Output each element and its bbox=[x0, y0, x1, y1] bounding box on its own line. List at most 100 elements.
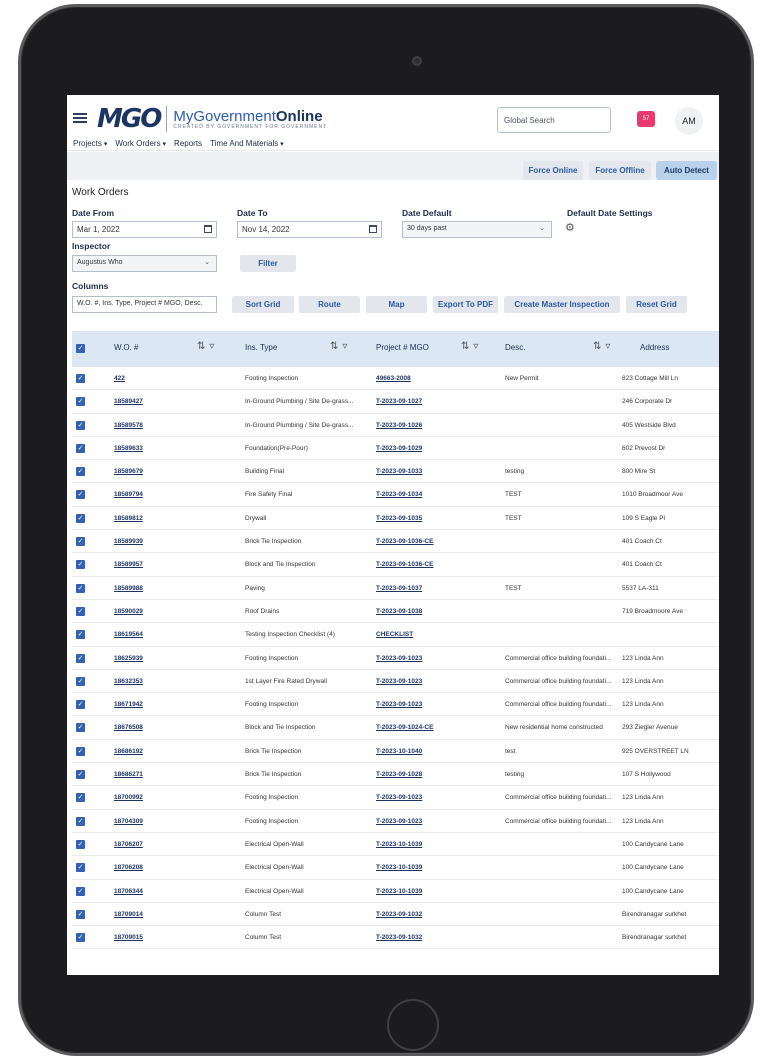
project-link[interactable]: T-2023-09-1036-CE bbox=[376, 561, 501, 568]
row-checkbox[interactable]: ✓ bbox=[76, 490, 85, 500]
table-row[interactable]: ✓ 18589794 Fire Safety Final T-2023-09-1034… bbox=[72, 483, 719, 507]
nav-projects[interactable]: Projects bbox=[73, 139, 107, 148]
table-row[interactable]: ✓ 18709014 Column Test T-2023-09-1032 Birend… bbox=[72, 903, 719, 927]
table-row[interactable]: ✓ 18589957 Block and Tie Inspection T-2023-… bbox=[72, 553, 719, 577]
row-checkbox[interactable]: ✓ bbox=[76, 770, 85, 780]
row-checkbox[interactable]: ✓ bbox=[76, 746, 85, 756]
table-row[interactable]: ✓ 18589578 In-Ground Plumbing / Site De-gr… bbox=[72, 414, 719, 437]
wo-number-link[interactable]: 18589633 bbox=[114, 445, 234, 452]
project-link[interactable]: T-2023-09-1037 bbox=[376, 585, 501, 592]
wo-number-link[interactable]: 18589988 bbox=[114, 585, 234, 592]
row-checkbox[interactable]: ✓ bbox=[76, 839, 85, 849]
table-row[interactable]: ✓ 18676508 Block and Tie Inspection T-2023-… bbox=[72, 716, 719, 740]
wo-number-link[interactable]: 18589427 bbox=[114, 398, 234, 405]
project-link[interactable]: T-2023-09-1034 bbox=[376, 491, 501, 498]
col-address[interactable]: Address bbox=[640, 343, 669, 352]
row-checkbox[interactable]: ✓ bbox=[76, 374, 85, 383]
gear-icon[interactable]: ⚙ bbox=[565, 221, 575, 234]
table-row[interactable]: ✓ 18589427 In-Ground Plumbing / Site De-gr… bbox=[72, 390, 719, 414]
table-row[interactable]: ✓ 18619564 Testing Inspection Checklist (4… bbox=[72, 623, 719, 647]
col-desc[interactable]: Desc. bbox=[505, 343, 525, 352]
row-checkbox[interactable]: ✓ bbox=[76, 397, 85, 407]
table-row[interactable]: ✓ 18704309 Footing Inspection T-2023-09-102… bbox=[72, 810, 719, 833]
global-search-input[interactable]: Global Search bbox=[497, 107, 611, 133]
nav-reports[interactable]: Reports bbox=[174, 139, 202, 148]
wo-number-link[interactable]: 18589957 bbox=[114, 561, 234, 568]
wo-number-link[interactable]: 18706208 bbox=[114, 864, 234, 871]
nav-work-orders[interactable]: Work Orders bbox=[115, 139, 166, 148]
row-checkbox[interactable]: ✓ bbox=[76, 700, 85, 710]
wo-number-link[interactable]: 18704309 bbox=[114, 818, 234, 825]
table-row[interactable]: ✓ 18709015 Column Test T-2023-09-1032 Birend… bbox=[72, 926, 719, 950]
row-checkbox[interactable]: ✓ bbox=[76, 467, 85, 477]
row-checkbox[interactable]: ✓ bbox=[76, 676, 85, 686]
table-row[interactable]: ✓ 18589939 Brick Tie Inspection T-2023-09-1… bbox=[72, 530, 719, 554]
wo-number-link[interactable]: 18632353 bbox=[114, 678, 234, 685]
hamburger-menu-icon[interactable] bbox=[73, 113, 87, 123]
row-checkbox[interactable]: ✓ bbox=[76, 816, 85, 826]
table-row[interactable]: ✓ 18706344 Electrical Open-Wall T-2023-10-1… bbox=[72, 880, 719, 903]
row-checkbox[interactable]: ✓ bbox=[76, 886, 85, 896]
wo-number-link[interactable]: 18625939 bbox=[114, 655, 234, 662]
sort-filter-icon[interactable]: ⇅▿ bbox=[197, 341, 218, 352]
project-link[interactable]: 49663-2008 bbox=[376, 375, 501, 382]
table-row[interactable]: ✓ 18625939 Footing Inspection T-2023-09-102… bbox=[72, 647, 719, 670]
row-checkbox[interactable]: ✓ bbox=[76, 723, 85, 733]
project-link[interactable]: T-2023-09-1033 bbox=[376, 468, 501, 475]
table-row[interactable]: ✓ 18589988 Paving T-2023-09-1037 TEST 5537 LA… bbox=[72, 577, 719, 600]
project-link[interactable]: T-2023-10-1040 bbox=[376, 748, 501, 755]
wo-number-link[interactable]: 18676508 bbox=[114, 724, 234, 731]
select-all-checkbox[interactable]: ✓ bbox=[76, 344, 85, 353]
col-project-mgo[interactable]: Project # MGO bbox=[376, 343, 429, 352]
create-master-inspection-button[interactable]: Create Master Inspection bbox=[504, 296, 620, 313]
project-link[interactable]: T-2023-09-1026 bbox=[376, 422, 501, 429]
wo-number-link[interactable]: 18589679 bbox=[114, 468, 234, 475]
notification-badge[interactable]: 57 bbox=[637, 111, 655, 127]
calendar-icon[interactable] bbox=[369, 225, 377, 233]
route-button[interactable]: Route bbox=[299, 296, 360, 313]
row-checkbox[interactable]: ✓ bbox=[76, 606, 85, 616]
col-wo-number[interactable]: W.O. # bbox=[114, 343, 138, 352]
project-link[interactable]: T-2023-09-1023 bbox=[376, 701, 501, 708]
project-link[interactable]: T-2023-09-1023 bbox=[376, 678, 501, 685]
wo-number-link[interactable]: 18589578 bbox=[114, 422, 234, 429]
row-checkbox[interactable]: ✓ bbox=[76, 909, 85, 919]
table-row[interactable]: ✓ 18671942 Footing Inspection T-2023-09-102… bbox=[72, 693, 719, 717]
project-link[interactable]: T-2023-10-1039 bbox=[376, 841, 501, 848]
force-online-button[interactable]: Force Online bbox=[523, 161, 583, 180]
sort-filter-icon[interactable]: ⇅▿ bbox=[330, 341, 351, 352]
project-link[interactable]: T-2023-09-1023 bbox=[376, 794, 501, 801]
wo-number-link[interactable]: 18709015 bbox=[114, 934, 234, 941]
project-link[interactable]: T-2023-09-1023 bbox=[376, 655, 501, 662]
reset-grid-button[interactable]: Reset Grid bbox=[626, 296, 687, 313]
wo-number-link[interactable]: 18589794 bbox=[114, 491, 234, 498]
table-row[interactable]: ✓ 18706207 Electrical Open-Wall T-2023-10-1… bbox=[72, 833, 719, 857]
wo-number-link[interactable]: 18706344 bbox=[114, 888, 234, 895]
user-avatar[interactable]: AM bbox=[675, 107, 703, 135]
auto-detect-button[interactable]: Auto Detect bbox=[656, 161, 717, 180]
date-default-select[interactable]: 30 days past ⌄ bbox=[402, 221, 552, 238]
table-row[interactable]: ✓ 18686192 Brick Tie Inspection T-2023-10-1… bbox=[72, 740, 719, 764]
row-checkbox[interactable]: ✓ bbox=[76, 537, 85, 547]
table-row[interactable]: ✓ 18700992 Footing Inspection T-2023-09-102… bbox=[72, 786, 719, 810]
project-link[interactable]: T-2023-10-1039 bbox=[376, 888, 501, 895]
sort-grid-button[interactable]: Sort Grid bbox=[232, 296, 294, 313]
map-button[interactable]: Map bbox=[366, 296, 427, 313]
wo-number-link[interactable]: 18686192 bbox=[114, 748, 234, 755]
calendar-icon[interactable] bbox=[204, 225, 212, 233]
project-link[interactable]: T-2023-09-1035 bbox=[376, 515, 501, 522]
mgo-logo[interactable]: MGO MyGovernmentOnline CREATED BY GOVERN… bbox=[97, 104, 327, 134]
table-row[interactable]: ✓ 18706208 Electrical Open-Wall T-2023-10-1… bbox=[72, 856, 719, 880]
wo-number-link[interactable]: 18589939 bbox=[114, 538, 234, 545]
row-checkbox[interactable]: ✓ bbox=[76, 443, 85, 453]
home-button[interactable] bbox=[387, 999, 439, 1051]
force-offline-button[interactable]: Force Offline bbox=[589, 161, 651, 180]
col-ins-type[interactable]: Ins. Type bbox=[245, 343, 277, 352]
date-from-input[interactable]: Mar 1, 2022 bbox=[72, 221, 217, 238]
project-link[interactable]: T-2023-09-1027 bbox=[376, 398, 501, 405]
table-row[interactable]: ✓ 18632353 1st Layer Fire Rated Drywall T-2… bbox=[72, 670, 719, 694]
sort-filter-icon[interactable]: ⇅▿ bbox=[593, 341, 614, 352]
table-row[interactable]: ✓ 18589679 Building Final T-2023-09-1033 tes… bbox=[72, 460, 719, 484]
table-row[interactable]: ✓ 422 Footing Inspection 49663-2008 New Perm… bbox=[72, 367, 719, 391]
project-link[interactable]: T-2023-09-1023 bbox=[376, 818, 501, 825]
